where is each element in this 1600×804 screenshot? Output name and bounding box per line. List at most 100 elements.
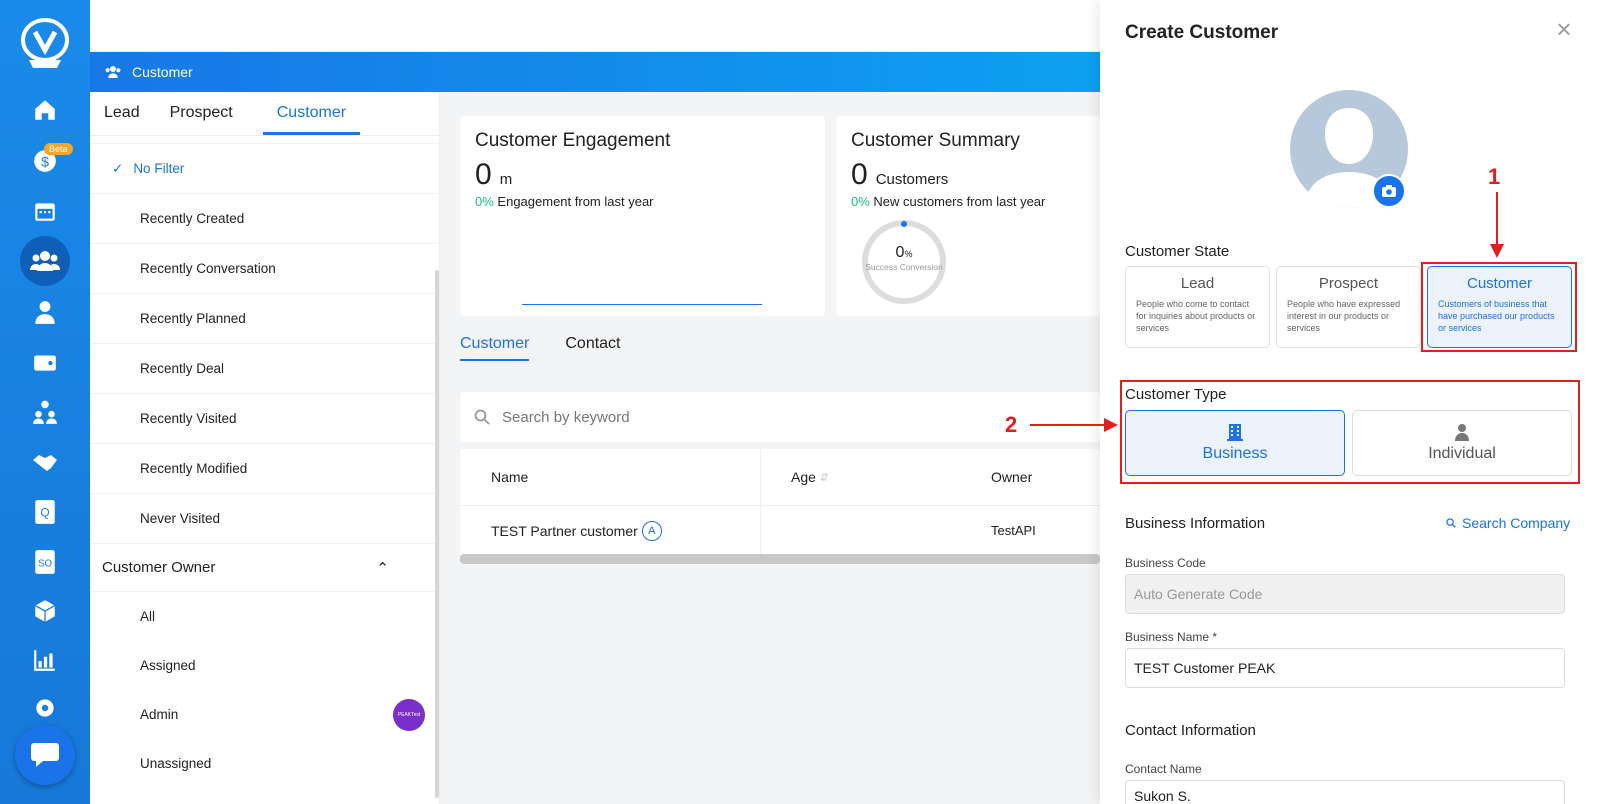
summary-unit: Customers <box>875 171 949 188</box>
contact-name-field[interactable]: Sukon S. <box>1125 780 1565 804</box>
type-option-individual[interactable]: Individual <box>1352 410 1572 476</box>
type-option-business[interactable]: Business <box>1125 410 1345 476</box>
calendar-icon[interactable] <box>25 191 65 231</box>
chat-support-button[interactable] <box>15 725 75 785</box>
engagement-title: Customer Engagement <box>475 130 671 151</box>
app-sidebar: $ Beta Q SO <box>0 0 90 804</box>
home-icon[interactable] <box>25 90 65 130</box>
contact-info-title: Contact Information <box>1125 722 1256 739</box>
building-icon <box>1227 424 1243 441</box>
owner-item-unassigned[interactable]: Unassigned <box>90 739 439 788</box>
tab-customer-list[interactable]: Customer <box>460 335 530 361</box>
filter-item-recently-deal[interactable]: Recently Deal <box>90 344 439 394</box>
cube-icon[interactable] <box>25 591 65 631</box>
handshake-icon[interactable] <box>25 442 65 482</box>
conversion-gauge: 0% Success Conversion <box>862 220 946 304</box>
state-option-prospect[interactable]: Prospect People who have expressed inter… <box>1276 266 1421 348</box>
tab-customer[interactable]: Customer <box>262 92 361 135</box>
chart-icon[interactable] <box>25 640 65 680</box>
top-bar <box>90 0 1100 52</box>
customer-owner-title: Customer Owner <box>102 559 216 576</box>
customer-table: Name Age ⇵ Owner TEST Partner customer A T… <box>460 449 1100 555</box>
drawer-title: Create Customer <box>1125 22 1279 43</box>
search-company-link[interactable]: Search Company <box>1446 515 1570 531</box>
engagement-change: 0% Engagement from last year <box>475 194 825 209</box>
app-logo[interactable] <box>17 16 73 72</box>
beta-badge: Beta <box>44 143 73 155</box>
tab-lead[interactable]: Lead <box>104 92 140 135</box>
table-row[interactable]: TEST Partner customer A TestAPI <box>460 505 1100 555</box>
chevron-up-icon[interactable]: ⌃ <box>376 559 389 577</box>
filter-scrollbar[interactable] <box>435 270 439 798</box>
filter-panel: Lead Prospect Customer ✓ No Filter Recent… <box>90 92 440 804</box>
annotation-box-1 <box>1421 262 1577 352</box>
sort-icon[interactable]: ⇵ <box>820 471 829 484</box>
quotation-icon[interactable]: Q <box>25 492 65 532</box>
filter-item-no-filter[interactable]: ✓ No Filter <box>90 144 439 194</box>
state-tabs: Lead Prospect Customer <box>90 92 439 136</box>
customer-state-title: Customer State <box>1125 243 1230 260</box>
filter-item-recently-modified[interactable]: Recently Modified <box>90 444 439 494</box>
section-header: Customer <box>90 52 1100 92</box>
tab-prospect[interactable]: Prospect <box>170 92 233 135</box>
sales-order-icon[interactable]: SO <box>25 542 65 582</box>
owner-item-assigned[interactable]: Assigned <box>90 641 439 690</box>
section-title: Customer <box>132 64 193 80</box>
customer-grade-badge: A <box>641 520 662 541</box>
state-option-title: Prospect <box>1318 275 1379 292</box>
filter-label: No Filter <box>133 161 185 176</box>
summary-title: Customer Summary <box>851 130 1020 151</box>
search-input[interactable]: Search by keyword <box>460 392 1100 442</box>
filter-item-recently-created[interactable]: Recently Created <box>90 194 439 244</box>
state-option-lead[interactable]: Lead People who come to contact for inqu… <box>1125 266 1270 348</box>
table-horizontal-scrollbar[interactable] <box>460 554 1100 564</box>
search-company-label: Search Company <box>1462 515 1571 531</box>
customer-owner-header[interactable]: Customer Owner ⌃ <box>90 544 439 592</box>
owner-item-admin[interactable]: Admin PEAKTest <box>90 690 439 739</box>
arrow-right-icon <box>1030 418 1118 432</box>
filter-item-never-visited[interactable]: Never Visited <box>90 494 439 544</box>
column-header-name[interactable]: Name <box>491 449 528 505</box>
avatar: PEAKTest <box>393 698 425 731</box>
filter-item-recently-visited[interactable]: Recently Visited <box>90 394 439 444</box>
column-header-age[interactable]: Age ⇵ <box>791 449 829 505</box>
owner-label: Unassigned <box>140 756 212 771</box>
wallet-icon[interactable] <box>25 342 65 382</box>
customer-name[interactable]: TEST Partner customer <box>491 523 638 539</box>
close-icon[interactable]: × <box>1552 16 1576 42</box>
state-option-title: Lead <box>1180 275 1215 292</box>
filter-list: ✓ No Filter Recently Created Recently Con… <box>90 144 439 544</box>
owner-item-all[interactable]: All <box>90 592 439 641</box>
gauge-value: 0% <box>868 244 940 262</box>
customers-icon[interactable] <box>20 236 70 286</box>
business-info-title: Business Information <box>1125 515 1266 532</box>
filter-item-recently-conversation[interactable]: Recently Conversation <box>90 244 439 294</box>
camera-icon <box>1382 185 1396 197</box>
search-icon <box>474 409 490 425</box>
business-name-field[interactable]: TEST Customer PEAK <box>1125 648 1565 688</box>
owner-label: All <box>140 609 156 624</box>
engagement-line <box>522 304 762 305</box>
cell-owner: TestAPI <box>991 523 1036 538</box>
business-name-label: Business Name * <box>1125 630 1218 644</box>
cell-name[interactable]: TEST Partner customer A <box>491 520 662 541</box>
upload-photo-button[interactable] <box>1372 174 1406 208</box>
engagement-card: Customer Engagement 0m 0% Engagement fro… <box>460 116 825 316</box>
summary-change: 0% New customers from last year <box>851 194 1100 209</box>
engagement-pct: 0% <box>475 194 494 209</box>
filter-item-recently-planned[interactable]: Recently Planned <box>90 294 439 344</box>
chat-bubble-icon <box>31 743 59 767</box>
tab-contact-list[interactable]: Contact <box>565 335 620 361</box>
column-header-owner[interactable]: Owner <box>991 449 1032 505</box>
state-option-desc: People who come to contact for inquiries… <box>1136 299 1256 333</box>
state-option-desc: People who have expressed interest in ou… <box>1287 299 1401 333</box>
team-icon[interactable] <box>25 392 65 432</box>
check-icon: ✓ <box>112 160 124 176</box>
settings-icon[interactable] <box>25 688 65 728</box>
arrow-down-icon <box>1490 192 1504 258</box>
search-placeholder: Search by keyword <box>502 408 630 426</box>
list-tabs: Customer Contact <box>460 335 657 361</box>
person-icon[interactable] <box>25 292 65 332</box>
business-code-label: Business Code <box>1125 556 1206 570</box>
gauge-label: Success Conversion <box>865 262 943 272</box>
